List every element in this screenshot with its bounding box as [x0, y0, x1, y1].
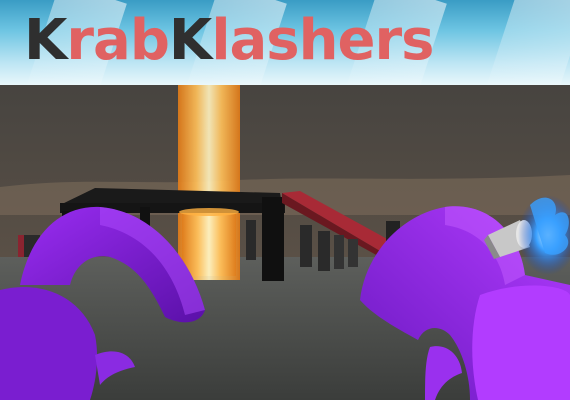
title-banner: KrabKlashers: [0, 0, 570, 85]
bg-pillar: [348, 239, 358, 267]
logo-letter-k: K: [24, 8, 67, 73]
bg-block-red: [18, 235, 24, 257]
bg-pillar: [334, 235, 344, 269]
logo-letter-k2: K: [168, 8, 212, 73]
platform-pillar: [262, 197, 284, 281]
game-viewport[interactable]: [0, 85, 570, 400]
bg-pillar: [246, 220, 256, 260]
fire-beam-base: [182, 210, 236, 276]
logo-part-lashers: lashers: [211, 8, 434, 73]
bg-pillar: [318, 231, 330, 271]
bg-pillar: [300, 225, 312, 267]
game-logo: KrabKlashers: [24, 6, 434, 76]
logo-part-rab: rab: [66, 8, 169, 73]
light-ray: [483, 0, 570, 85]
fire-ring: [179, 208, 239, 216]
